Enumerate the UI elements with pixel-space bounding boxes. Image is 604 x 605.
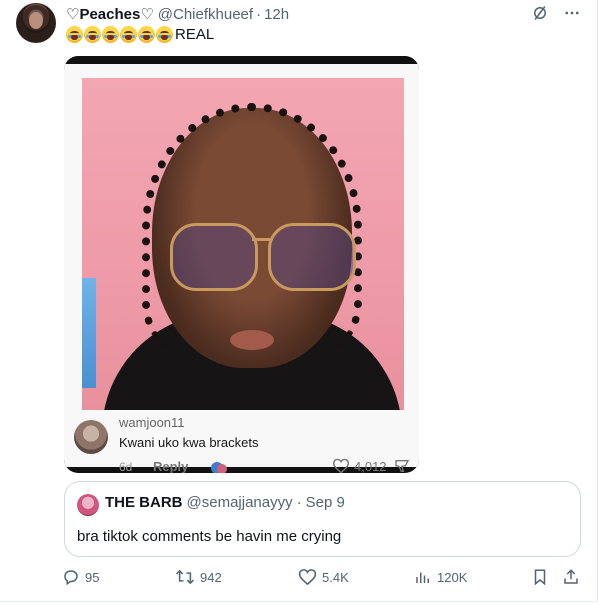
- views-count: 120K: [437, 569, 468, 585]
- comment-reply-label: Reply: [153, 459, 189, 473]
- like-count: 5.4K: [322, 569, 349, 585]
- quoted-tweet-header: THE BARB @semajjanayyy · Sep 9: [105, 494, 345, 511]
- crying-face-icon: [138, 25, 155, 43]
- quoted-author-avatar: [77, 494, 99, 516]
- grok-icon[interactable]: [529, 2, 551, 24]
- reply-button[interactable]: 95: [62, 568, 99, 586]
- quoted-tweet-text: bra tiktok comments be havin me crying: [77, 528, 342, 545]
- comment-age: 6d: [119, 460, 133, 473]
- glasses-left-lens: [170, 223, 258, 291]
- tweet-text: REAL: [66, 24, 214, 44]
- crying-face-icon: [84, 25, 101, 43]
- comment-username: wamjoon11: [119, 415, 185, 430]
- views-icon: [416, 572, 429, 583]
- glasses-right-lens: [268, 223, 356, 291]
- comment-avatar: [74, 420, 108, 454]
- comment-likes: 4,012: [332, 458, 387, 473]
- comment-likes-count: 4,012: [354, 458, 387, 474]
- views-button[interactable]: 120K: [414, 568, 467, 586]
- person-mouth: [230, 330, 274, 350]
- author-display-name[interactable]: ♡Peaches♡: [66, 5, 154, 23]
- avatar-face: [29, 12, 43, 29]
- quoted-date: Sep 9: [305, 494, 345, 511]
- like-button[interactable]: 5.4K: [298, 568, 349, 586]
- heart-icon: [298, 569, 317, 586]
- tiktok-comment: wamjoon11 Kwani uko kwa brackets 6d Repl…: [64, 410, 419, 473]
- header-separator: ·: [256, 5, 262, 23]
- bookmark-button[interactable]: [532, 568, 548, 586]
- tweet-card[interactable]: ♡Peaches♡ @Chiefkhueef · 12h REAL wamjoo…: [0, 0, 598, 602]
- crying-face-icon: [156, 25, 173, 43]
- crying-emoji-row: [66, 25, 173, 43]
- comment-heart-icon: [332, 458, 350, 473]
- reply-icon: [64, 570, 78, 586]
- tweet-media[interactable]: wamjoon11 Kwani uko kwa brackets 6d Repl…: [64, 56, 419, 473]
- crying-face-icon: [120, 25, 137, 43]
- bookmark-icon: [534, 569, 546, 586]
- retweet-icon: [175, 569, 195, 585]
- share-button[interactable]: [562, 568, 580, 586]
- retweet-button[interactable]: 942: [175, 568, 222, 586]
- quoted-display-name: THE BARB: [105, 494, 183, 511]
- background-object: [82, 278, 96, 388]
- quoted-tweet[interactable]: THE BARB @semajjanayyy · Sep 9 bra tikto…: [64, 481, 581, 557]
- comment-reaction-icon: [210, 460, 228, 473]
- tiktok-screenshot: wamjoon11 Kwani uko kwa brackets 6d Repl…: [64, 64, 419, 473]
- more-icon[interactable]: [561, 2, 583, 24]
- share-icon: [564, 569, 578, 584]
- reply-count: 95: [85, 569, 100, 585]
- tweet-text-body: REAL: [175, 25, 215, 43]
- dislike-icon: [394, 458, 410, 473]
- video-frame: [82, 78, 404, 410]
- crying-face-icon: [102, 25, 119, 43]
- tweet-time[interactable]: 12h: [264, 6, 289, 23]
- glasses-bridge: [252, 238, 270, 241]
- author-avatar[interactable]: [16, 3, 56, 43]
- tweet-header: ♡Peaches♡ @Chiefkhueef · 12h: [66, 4, 289, 24]
- crying-face-icon: [66, 25, 83, 43]
- top-actions: [529, 2, 583, 24]
- author-handle[interactable]: @Chiefkhueef: [158, 6, 253, 23]
- comment-text: Kwani uko kwa brackets: [119, 435, 259, 450]
- quoted-handle: @semajjanayyy: [186, 494, 293, 511]
- quoted-separator: ·: [296, 494, 302, 511]
- retweet-count: 942: [200, 569, 222, 585]
- tweet-action-bar: 95 942 5.4K 120K: [62, 568, 586, 590]
